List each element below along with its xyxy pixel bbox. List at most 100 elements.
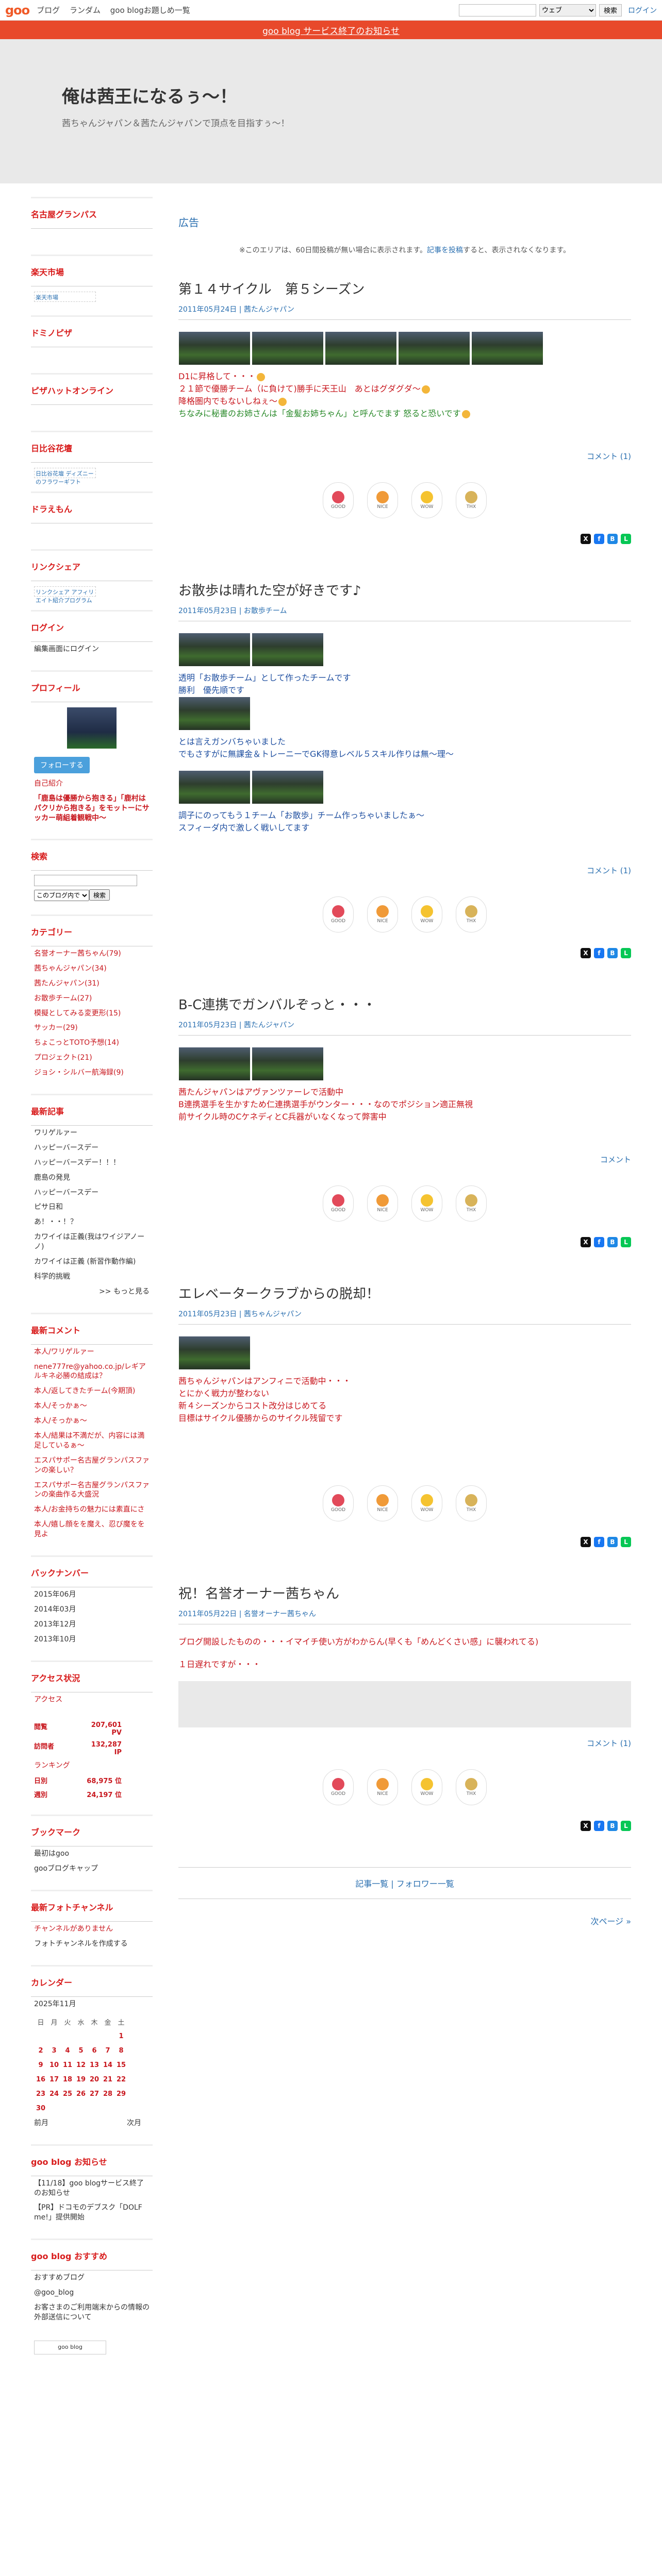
comment-item[interactable]: 本人/そっかぁ〜 xyxy=(31,1414,153,1429)
calendar-day[interactable]: 18 xyxy=(61,2073,74,2087)
search-scope-select[interactable]: ウェブ xyxy=(539,4,596,16)
entry-category[interactable]: 茜ちゃんジャパン xyxy=(244,1310,302,1318)
recent-entry-item[interactable]: ピサ日和 xyxy=(31,1200,153,1215)
entry-date[interactable]: 2011年05月24日 xyxy=(178,306,237,314)
entry-photo[interactable] xyxy=(252,770,324,804)
comment-item[interactable]: 本人/結果は不満だが、内容には満足しているぁ〜 xyxy=(31,1429,153,1453)
recent-entry-item[interactable]: あ！・・！？ xyxy=(31,1215,153,1230)
entry-category[interactable]: 茜たんジャパン xyxy=(244,1021,294,1029)
entry-photo[interactable] xyxy=(178,1047,251,1081)
calendar-prev[interactable]: 前月 xyxy=(34,2119,48,2128)
calendar-day[interactable]: 7 xyxy=(101,2044,114,2058)
category-item[interactable]: 模擬としてみる変更形(15) xyxy=(31,1006,153,1021)
reaction-button[interactable]: THX xyxy=(456,1485,487,1521)
calendar-day[interactable]: 24 xyxy=(47,2087,61,2102)
entry-photo[interactable] xyxy=(252,633,324,667)
entry-date[interactable]: 2011年05月23日 xyxy=(178,1310,237,1318)
x-icon[interactable]: X xyxy=(581,534,591,544)
nav-odai[interactable]: goo blogお題しめ一覧 xyxy=(110,6,190,15)
entry-photo[interactable] xyxy=(252,331,324,365)
entry-date[interactable]: 2011年05月23日 xyxy=(178,607,237,615)
entry-photo[interactable] xyxy=(178,331,251,365)
x-icon[interactable]: X xyxy=(581,1537,591,1547)
goo-logo[interactable]: goo xyxy=(5,3,30,18)
calendar-day[interactable]: 3 xyxy=(47,2044,61,2058)
bookmark-item[interactable]: 最初はgoo xyxy=(31,1846,153,1861)
reaction-button[interactable]: GOOD xyxy=(323,896,354,933)
hatena-icon[interactable]: B xyxy=(607,534,618,544)
calendar-day[interactable]: 22 xyxy=(114,2073,128,2087)
calendar-day[interactable]: 6 xyxy=(88,2044,101,2058)
follower-list-link[interactable]: フォロワー一覧 xyxy=(396,1879,454,1889)
facebook-icon[interactable]: f xyxy=(594,534,604,544)
calendar-day[interactable]: 26 xyxy=(74,2087,88,2102)
recommend-item[interactable]: お客さまのご利用端末からの情報の外部送信について xyxy=(31,2300,153,2325)
reaction-button[interactable]: WOW xyxy=(411,1185,442,1222)
comment-link[interactable]: コメント (1) xyxy=(178,451,631,462)
blog-title[interactable]: 俺は茜王になるぅ～！ xyxy=(62,82,662,108)
post-entry-link[interactable]: 記事を投稿 xyxy=(427,246,463,255)
entry-photo[interactable] xyxy=(252,1047,324,1081)
reaction-button[interactable]: WOW xyxy=(411,896,442,933)
entry-title[interactable]: お散歩は晴れた空が好きです♪ xyxy=(178,580,631,599)
calendar-day[interactable]: 20 xyxy=(88,2073,101,2087)
calendar-day[interactable]: 28 xyxy=(101,2087,114,2102)
search-input[interactable] xyxy=(458,4,536,16)
entry-date[interactable]: 2011年05月22日 xyxy=(178,1610,237,1618)
category-item[interactable]: お散歩チーム(27) xyxy=(31,991,153,1006)
reaction-button[interactable]: WOW xyxy=(411,1485,442,1521)
x-icon[interactable]: X xyxy=(581,1237,591,1247)
comment-link[interactable]: コメント (1) xyxy=(178,1738,631,1749)
follow-button[interactable]: フォローする xyxy=(34,756,90,773)
calendar-day[interactable]: 21 xyxy=(101,2073,114,2087)
comment-link[interactable]: コメント (1) xyxy=(178,865,631,876)
facebook-icon[interactable]: f xyxy=(594,1237,604,1247)
recent-entry-item[interactable]: ハッピーバースデー！！！ xyxy=(31,1156,153,1171)
hatena-icon[interactable]: B xyxy=(607,1537,618,1547)
backnumber-item[interactable]: 2013年10月 xyxy=(31,1632,153,1647)
comment-item[interactable]: 本人/返してきたチーム(今期頂) xyxy=(31,1384,153,1399)
entry-category[interactable]: お散歩チーム xyxy=(244,607,287,615)
reaction-button[interactable]: GOOD xyxy=(323,1769,354,1805)
calendar-day[interactable]: 15 xyxy=(114,2058,128,2073)
calendar-day[interactable]: 27 xyxy=(88,2087,101,2102)
entry-title[interactable]: 第１４サイクル 第５シーズン xyxy=(178,279,631,298)
more-link[interactable]: >> もっと見る xyxy=(31,1284,153,1299)
entry-list-link[interactable]: 記事一覧 xyxy=(355,1879,388,1889)
nav-blog[interactable]: ブログ xyxy=(37,6,60,15)
recent-entry-item[interactable]: ハッピーバースデー xyxy=(31,1141,153,1156)
entry-photo[interactable] xyxy=(178,697,251,731)
recommend-item[interactable]: おすすめブログ xyxy=(31,2270,153,2285)
category-item[interactable]: プロジェクト(21) xyxy=(31,1050,153,1065)
entry-photo[interactable] xyxy=(178,770,251,804)
news-item[interactable]: 【PR】ドコモのデブスク「DOLF me!」提供開始 xyxy=(31,2200,153,2225)
comment-item[interactable]: 本人/嬉し顔をを魔え、忍び魔をを見よ xyxy=(31,1517,153,1542)
calendar-day[interactable]: 14 xyxy=(101,2058,114,2073)
calendar-day[interactable]: 1 xyxy=(114,2029,128,2044)
hatena-icon[interactable]: B xyxy=(607,948,618,958)
line-icon[interactable]: L xyxy=(621,948,631,958)
line-icon[interactable]: L xyxy=(621,534,631,544)
facebook-icon[interactable]: f xyxy=(594,948,604,958)
bookmark-item[interactable]: gooブログキャップ xyxy=(31,1861,153,1876)
comment-item[interactable]: 本人/そっかぁ〜 xyxy=(31,1399,153,1414)
service-end-notice[interactable]: goo blog サービス終了のお知らせ xyxy=(0,21,662,39)
calendar-day[interactable]: 10 xyxy=(47,2058,61,2073)
comment-item[interactable]: 本人/ワリゲルァー xyxy=(31,1345,153,1360)
login-link[interactable]: 編集画面にログイン xyxy=(31,642,153,657)
hatena-icon[interactable]: B xyxy=(607,1237,618,1247)
calendar-day[interactable]: 23 xyxy=(34,2087,47,2102)
recent-entry-item[interactable]: カワイイは正義 (新習作動作編) xyxy=(31,1255,153,1269)
reaction-button[interactable]: THX xyxy=(456,1769,487,1805)
reaction-button[interactable]: THX xyxy=(456,1185,487,1222)
reaction-button[interactable]: WOW xyxy=(411,1769,442,1805)
recent-entry-item[interactable]: ハッピーバースデー xyxy=(31,1185,153,1200)
calendar-day[interactable]: 16 xyxy=(34,2073,47,2087)
entry-photo[interactable] xyxy=(178,1336,251,1370)
category-item[interactable]: 茜ちゃんジャパン(34) xyxy=(31,961,153,976)
comment-link[interactable]: コメント xyxy=(178,1154,631,1165)
reaction-button[interactable]: WOW xyxy=(411,482,442,518)
facebook-icon[interactable]: f xyxy=(594,1821,604,1831)
recommend-item[interactable]: @goo_blog xyxy=(31,2285,153,2300)
sidebar-search-scope[interactable]: このブログ内で xyxy=(34,889,89,901)
